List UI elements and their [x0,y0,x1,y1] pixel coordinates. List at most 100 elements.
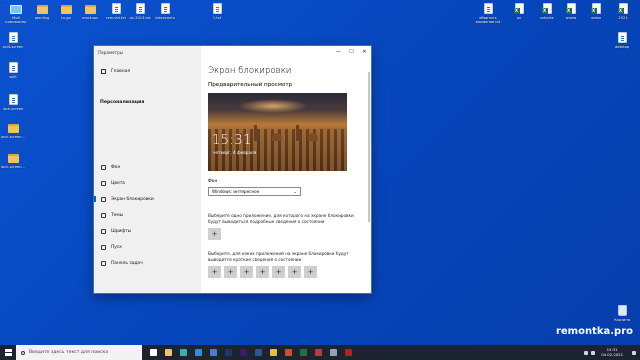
quick-status-add-button[interactable]: + [256,266,269,279]
desktop-icon[interactable]: videocontn [152,3,178,20]
taskbar-app-task-view[interactable] [146,345,161,360]
search-placeholder: Введите здесь текст для поиска [29,350,109,355]
taskbar-app-settings[interactable] [326,345,341,360]
taskbar-app-explorer[interactable] [161,345,176,360]
doc-icon [111,3,121,14]
background-dropdown[interactable]: Windows: интересное ⌄ [208,187,301,196]
excel-icon [300,349,307,356]
folder-icon [84,5,96,14]
doc-icon [160,3,170,14]
taskbar-app-premiere[interactable] [236,345,251,360]
doc-icon [212,3,222,14]
window-controls: — ☐ ✕ [201,46,371,58]
taskbar-app-store[interactable] [206,345,221,360]
page-title: Экран блокировки [208,66,292,76]
settings-content: Экран блокировки Предварительный просмот… [201,58,371,293]
background-dropdown-value: Windows: интересное [212,189,260,194]
desktop-icon[interactable]: mockups [77,3,103,20]
explorer-icon [165,349,172,356]
doc-icon [8,32,18,43]
sidebar-item-icon [101,244,106,250]
quick-status-add-button[interactable]: + [208,266,221,279]
sidebar-item[interactable]: Пуск [94,242,201,252]
sidebar-item[interactable]: Шрифты [94,226,201,236]
desktop-icon[interactable]: 1.txt [204,3,230,20]
quick-status-add-button[interactable]: + [224,266,237,279]
search-icon [21,350,25,355]
start-button[interactable] [0,345,16,360]
desktop-icon[interactable]: 2021 [610,3,636,20]
background-label: Фон [208,179,218,184]
title-bar[interactable]: Параметры [94,46,201,58]
taskbar-app-word[interactable] [251,345,266,360]
desktop-icon-label: обратить внимание.txt [475,16,501,25]
desktop-icon[interactable]: split-screen [0,32,26,49]
taskbar-app-app[interactable] [311,345,326,360]
desktop-icon[interactable]: to-go [53,3,79,20]
taskbar-app-excel[interactable] [296,345,311,360]
taskbar-app-edge[interactable] [176,345,191,360]
desktop-icon[interactable]: lock-screen... [0,152,26,169]
taskbar-app-chrome[interactable] [266,345,281,360]
desktop-icon[interactable]: video [583,3,609,20]
desktop-icon[interactable]: Мой компьютер [3,3,29,24]
volume-icon[interactable] [591,350,596,355]
sidebar-home[interactable]: Главная [94,66,201,76]
desktop-icon-label: pv [516,16,522,20]
sidebar-item-icon [101,164,106,170]
desktop-icon[interactable]: desktop [609,32,635,49]
settings-icon [330,349,337,356]
desktop-icon[interactable]: Корзина [609,305,635,322]
quick-status-add-button[interactable]: + [240,266,253,279]
taskbar-app-filezilla[interactable] [341,345,356,360]
minimize-button[interactable]: — [332,46,345,58]
sidebar-item[interactable]: Цвета [94,178,201,188]
taskbar-clock[interactable]: 15:31 04.02.2021 [601,347,623,357]
taskbar-app-photoshop[interactable] [221,345,236,360]
sidebar-item[interactable]: Темы [94,210,201,220]
sidebar-item[interactable]: Экран блокировки [94,194,201,204]
store-icon [210,349,217,356]
desktop-icon-label: lock-screen... [1,165,25,169]
doc-icon [617,32,627,43]
quick-status-add-button[interactable]: + [304,266,317,279]
taskbar-search[interactable]: Введите здесь текст для поиска [16,345,142,360]
desktop-icon[interactable]: articles [534,3,560,20]
taskbar-app-media[interactable] [281,345,296,360]
desktop-icon[interactable]: обратить внимание.txt [475,3,501,24]
quick-status-row: + + + + + + + [208,266,371,279]
desktop-icon-label: lock-screen... [1,135,25,139]
sidebar-item[interactable]: Фон [94,162,201,172]
desktop-icon[interactable]: lock-screen [0,94,26,111]
desktop-icon[interactable]: rem-vid.txt [103,3,129,20]
sidebar-item[interactable]: Панель задач [94,258,201,268]
desktop-icon-label: lock-screen [2,107,24,111]
quick-status-add-button[interactable]: + [272,266,285,279]
bin-icon [617,305,627,316]
folder-icon [7,124,19,133]
desktop-icon[interactable]: lock-screen... [0,122,26,139]
filezilla-icon [345,349,352,356]
notifications-icon[interactable] [632,350,636,355]
desktop-icon-label: mockups [81,16,99,20]
doc-icon [483,3,493,14]
taskbar-app-vscode[interactable] [191,345,206,360]
content-scrollbar[interactable] [368,72,370,222]
desktop-icon[interactable]: pending [29,3,55,20]
desktop-icon[interactable]: split [0,62,26,79]
desktop-icon-label: Корзина [614,318,630,322]
desktop-icon[interactable]: pv [506,3,532,20]
desktop-icon[interactable]: dx-2013.txt [127,3,153,20]
sidebar-item-label: Цвета [111,180,125,186]
settings-window: Параметры Главная Персонализация Фон Цвет… [94,46,371,293]
network-icon[interactable] [584,350,589,355]
desktop-icon[interactable]: words [558,3,584,20]
maximize-button[interactable]: ☐ [345,46,358,58]
sidebar-item-label: Шрифты [111,228,132,234]
detailed-status-add-button[interactable]: + [208,228,221,241]
excel-icon [617,3,628,14]
photoshop-icon [225,349,232,356]
quick-status-add-button[interactable]: + [288,266,301,279]
close-button[interactable]: ✕ [358,46,371,58]
desktop-icon-label: video [591,16,601,20]
